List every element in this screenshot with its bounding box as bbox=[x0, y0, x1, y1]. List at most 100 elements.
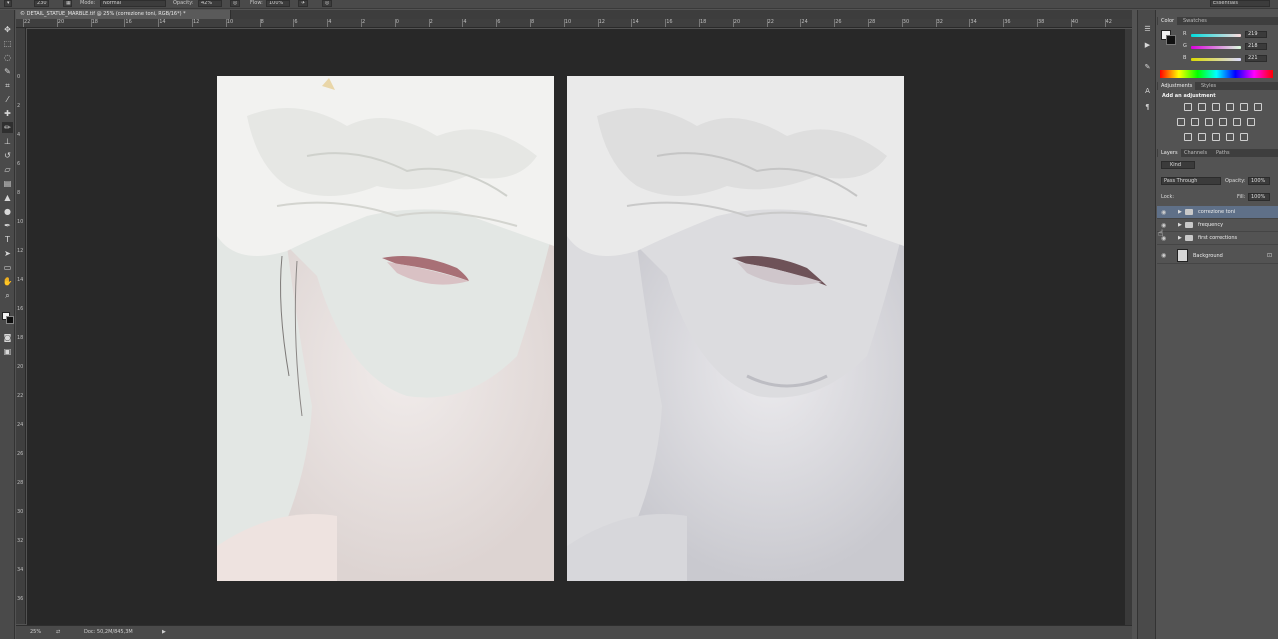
hue-saturation-icon[interactable] bbox=[1177, 118, 1185, 126]
gradient-tri-icon[interactable] bbox=[1254, 103, 1262, 111]
layer-name[interactable]: frequency bbox=[1198, 222, 1223, 228]
ruler-tick-label: 20 bbox=[17, 364, 24, 370]
screen-mode-icon[interactable]: ▣ bbox=[2, 346, 13, 357]
threshold-icon[interactable] bbox=[1212, 133, 1220, 141]
ruler-tick-label: 10 bbox=[17, 219, 24, 225]
history-brush-tool-icon[interactable]: ↺ bbox=[2, 150, 13, 161]
quick-select-tool-icon[interactable]: ✎ bbox=[2, 66, 13, 77]
flow-label: Flow: bbox=[250, 0, 263, 6]
clone-stamp-tool-icon[interactable]: ⊥ bbox=[2, 136, 13, 147]
tab-adjustments[interactable]: Adjustments bbox=[1158, 82, 1196, 90]
brush-presets-icon[interactable]: ✎ bbox=[1142, 62, 1153, 73]
brightness-icon[interactable] bbox=[1184, 103, 1192, 111]
status-menu-icon[interactable]: ⇄ bbox=[56, 629, 60, 635]
quick-mask-icon[interactable]: ◙ bbox=[2, 332, 13, 343]
gradient-tool-icon[interactable]: ▤ bbox=[2, 178, 13, 189]
color-slider-r[interactable]: R 219 bbox=[1157, 31, 1278, 39]
color-spectrum-bar[interactable] bbox=[1160, 70, 1273, 78]
eraser-tool-icon[interactable]: ▱ bbox=[2, 164, 13, 175]
layer-opacity-label: Opacity: bbox=[1225, 178, 1246, 184]
pen-tool-icon[interactable]: ✒ bbox=[2, 220, 13, 231]
dodge-tool-icon[interactable]: ● bbox=[2, 206, 13, 217]
ruler-tick-label: 8 bbox=[529, 19, 535, 27]
selective-color-icon[interactable] bbox=[1226, 133, 1234, 141]
photo-filter-icon[interactable] bbox=[1219, 118, 1227, 126]
character-icon[interactable]: A bbox=[1142, 86, 1153, 97]
type-tool-icon[interactable]: T bbox=[2, 234, 13, 245]
document-tab[interactable]: © DETAIL_STATUE_MARBLE.tif @ 25% (correz… bbox=[16, 10, 231, 19]
vibrance-icon[interactable] bbox=[1240, 103, 1248, 111]
history-icon[interactable]: ☰ bbox=[1142, 24, 1153, 35]
layer-row-correzione-toni[interactable]: ◉ ▶ correzione toni bbox=[1157, 206, 1278, 219]
levels-icon[interactable] bbox=[1198, 103, 1206, 111]
visibility-eye-icon[interactable]: ◉ bbox=[1161, 252, 1166, 259]
tab-color[interactable]: Color bbox=[1158, 17, 1178, 25]
layer-opacity-field[interactable]: 100% bbox=[1248, 177, 1270, 185]
mode-select[interactable]: Normal bbox=[100, 0, 166, 7]
layer-fill-field[interactable]: 100% bbox=[1248, 193, 1270, 201]
layer-name[interactable]: Background bbox=[1193, 253, 1223, 259]
opacity-field[interactable]: 42% bbox=[198, 0, 222, 7]
brush-panel-toggle[interactable]: ▦ bbox=[63, 0, 72, 7]
background-color-swatch[interactable] bbox=[6, 316, 14, 324]
paragraph-icon[interactable]: ¶ bbox=[1142, 102, 1153, 113]
brush-size-field[interactable]: 230 bbox=[34, 0, 49, 7]
hand-tool-icon[interactable]: ✋ bbox=[2, 276, 13, 287]
vertical-scrollbar[interactable] bbox=[1125, 29, 1132, 625]
eyedropper-tool-icon[interactable]: ⁄ bbox=[2, 94, 13, 105]
ruler-tick-label: 2 bbox=[360, 19, 366, 27]
zoom-level[interactable]: 25% bbox=[30, 629, 41, 635]
layer-row-first-corrections[interactable]: ◉ ▶ first corrections bbox=[1157, 232, 1278, 245]
exposure-icon[interactable] bbox=[1226, 103, 1234, 111]
airbrush-button[interactable]: ✈ bbox=[298, 0, 308, 7]
path-select-tool-icon[interactable]: ➤ bbox=[2, 248, 13, 259]
tab-paths[interactable]: Paths bbox=[1213, 149, 1233, 157]
layer-filter-select[interactable]: Kind bbox=[1161, 161, 1195, 169]
tab-styles[interactable]: Styles bbox=[1198, 82, 1219, 90]
gradient-map-icon[interactable] bbox=[1240, 133, 1248, 141]
pressure-size-button[interactable]: ◎ bbox=[322, 0, 332, 7]
layer-name[interactable]: first corrections bbox=[1198, 235, 1237, 241]
flow-field[interactable]: 100% bbox=[266, 0, 290, 7]
marquee-tool-icon[interactable]: ⬚ bbox=[2, 38, 13, 49]
healing-brush-tool-icon[interactable]: ✚ bbox=[2, 108, 13, 119]
posterize-icon[interactable] bbox=[1198, 133, 1206, 141]
visibility-eye-icon[interactable]: ◉ bbox=[1161, 209, 1166, 216]
move-tool-icon[interactable]: ✥ bbox=[2, 24, 13, 35]
tab-layers[interactable]: Layers bbox=[1158, 149, 1181, 157]
pressure-opacity-button[interactable]: ◎ bbox=[230, 0, 240, 7]
blend-mode-select[interactable]: Pass Through bbox=[1161, 177, 1221, 185]
channel-value[interactable]: 221 bbox=[1245, 55, 1267, 62]
zoom-tool-icon[interactable]: ⌕ bbox=[2, 290, 13, 301]
expand-arrow-icon[interactable]: ▶ bbox=[1178, 209, 1182, 215]
channel-value[interactable]: 219 bbox=[1245, 31, 1267, 38]
tab-swatches[interactable]: Swatches bbox=[1180, 17, 1210, 25]
channel-value[interactable]: 218 bbox=[1245, 43, 1267, 50]
channel-mixer-icon[interactable] bbox=[1233, 118, 1241, 126]
actions-play-icon[interactable]: ▶ bbox=[1142, 40, 1153, 51]
brush-tool-icon[interactable]: ✏ bbox=[2, 122, 13, 133]
expand-arrow-icon[interactable]: ▶ bbox=[1178, 222, 1182, 228]
color-slider-g[interactable]: G 218 bbox=[1157, 43, 1278, 51]
workspace-switcher[interactable]: Essentials bbox=[1210, 0, 1270, 7]
curves-icon[interactable] bbox=[1212, 103, 1220, 111]
layer-thumbnail bbox=[1177, 249, 1188, 262]
visibility-eye-icon[interactable]: ◉ bbox=[1161, 222, 1166, 229]
tab-channels[interactable]: Channels bbox=[1181, 149, 1210, 157]
shape-tool-icon[interactable]: ▭ bbox=[2, 262, 13, 273]
color-lookup-icon[interactable] bbox=[1247, 118, 1255, 126]
layer-row-background[interactable]: ◉ Background ⊡ bbox=[1157, 247, 1278, 264]
black-white-icon[interactable] bbox=[1205, 118, 1213, 126]
ruler-tick-label: 4 bbox=[17, 132, 21, 138]
blur-tool-icon[interactable]: ▲ bbox=[2, 192, 13, 203]
color-slider-b[interactable]: B 221 bbox=[1157, 55, 1278, 63]
layer-row-frequency[interactable]: ◉ ▶ frequency bbox=[1157, 219, 1278, 232]
status-arrow-icon[interactable]: ▶ bbox=[162, 629, 166, 635]
crop-tool-icon[interactable]: ⌗ bbox=[2, 80, 13, 91]
layer-name[interactable]: correzione toni bbox=[1198, 209, 1235, 215]
invert-icon[interactable] bbox=[1184, 133, 1192, 141]
tool-preset-picker[interactable]: ▾ bbox=[4, 0, 12, 7]
lasso-tool-icon[interactable]: ◌ bbox=[2, 52, 13, 63]
expand-arrow-icon[interactable]: ▶ bbox=[1178, 235, 1182, 241]
color-balance-icon[interactable] bbox=[1191, 118, 1199, 126]
